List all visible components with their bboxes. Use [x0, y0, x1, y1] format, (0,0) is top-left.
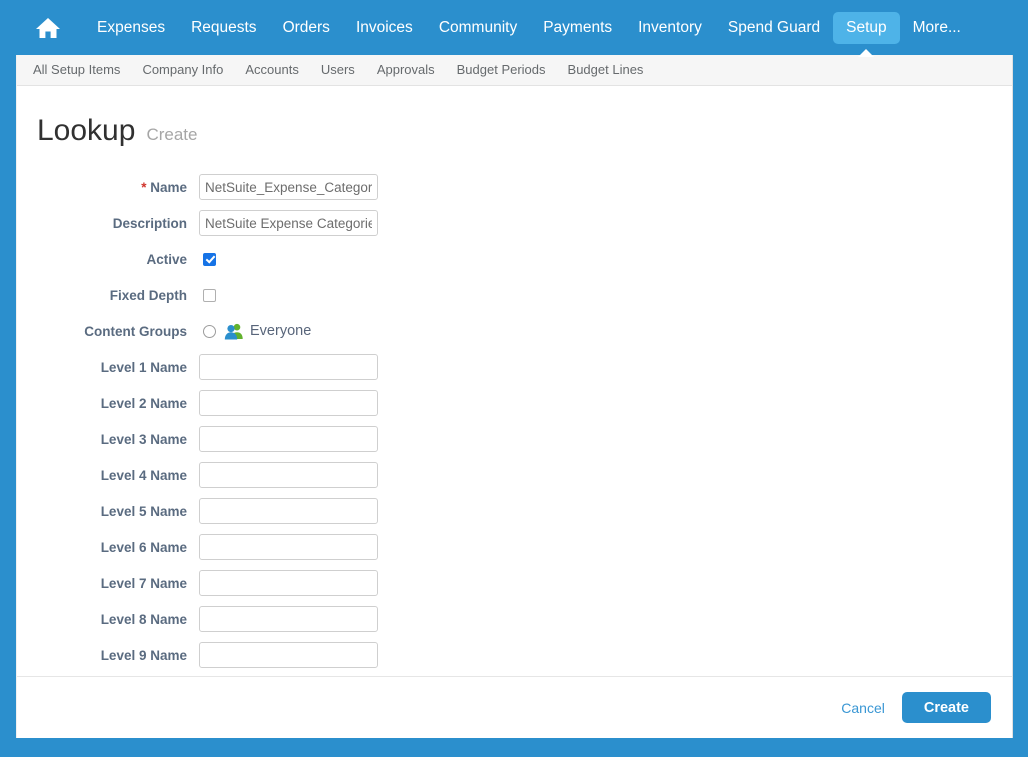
form-footer: Cancel Create [17, 676, 1012, 738]
name-label-text: Name [150, 180, 187, 195]
form-row-level-2: Level 2 Name [17, 385, 1012, 421]
form-row-level-6: Level 6 Name [17, 529, 1012, 565]
nav-item-invoices[interactable]: Invoices [343, 12, 426, 44]
subnav-item-company-info[interactable]: Company Info [142, 62, 223, 78]
content-groups-everyone-label: Everyone [250, 323, 311, 339]
form-row-fixed-depth: Fixed Depth [17, 277, 1012, 313]
content-groups-control: Everyone [199, 323, 311, 340]
level-7-input[interactable] [199, 570, 378, 596]
level-4-input[interactable] [199, 462, 378, 488]
content-groups-radio-everyone[interactable] [203, 325, 216, 338]
level-4-control [199, 462, 378, 488]
cancel-link[interactable]: Cancel [841, 700, 885, 716]
level-3-label: Level 3 Name [17, 432, 199, 447]
nav-item-requests[interactable]: Requests [178, 12, 269, 44]
fixed-depth-checkbox[interactable] [203, 289, 216, 302]
level-6-input[interactable] [199, 534, 378, 560]
level-6-control [199, 534, 378, 560]
form-row-content-groups: Content Groups Everyone [17, 313, 1012, 349]
subnav-item-all-setup-items[interactable]: All Setup Items [33, 62, 120, 78]
fixed-depth-label: Fixed Depth [17, 288, 199, 303]
level-3-control [199, 426, 378, 452]
subnav-item-budget-lines[interactable]: Budget Lines [568, 62, 644, 78]
subnav-item-accounts[interactable]: Accounts [245, 62, 298, 78]
level-2-control [199, 390, 378, 416]
content-groups-label: Content Groups [17, 324, 199, 339]
level-3-input[interactable] [199, 426, 378, 452]
level-1-control [199, 354, 378, 380]
level-4-label: Level 4 Name [17, 468, 199, 483]
nav-item-payments[interactable]: Payments [530, 12, 625, 44]
form-row-level-4: Level 4 Name [17, 457, 1012, 493]
subnav-item-users[interactable]: Users [321, 62, 355, 78]
page-title: Lookup [37, 114, 135, 148]
name-control [199, 174, 378, 200]
subnav-item-approvals[interactable]: Approvals [377, 62, 435, 78]
level-5-label: Level 5 Name [17, 504, 199, 519]
create-button[interactable]: Create [902, 692, 991, 723]
level-9-label: Level 9 Name [17, 648, 199, 663]
level-9-control [199, 642, 378, 668]
subnav-item-budget-periods[interactable]: Budget Periods [457, 62, 546, 78]
nav-item-more[interactable]: More... [900, 12, 974, 44]
form-row-level-3: Level 3 Name [17, 421, 1012, 457]
level-8-input[interactable] [199, 606, 378, 632]
nav-item-spend-guard[interactable]: Spend Guard [715, 12, 833, 44]
top-navigation-bar: Expenses Requests Orders Invoices Commun… [0, 0, 1028, 55]
nav-item-community[interactable]: Community [426, 12, 530, 44]
level-2-label: Level 2 Name [17, 396, 199, 411]
level-1-input[interactable] [199, 354, 378, 380]
name-input[interactable] [199, 174, 378, 200]
form-row-level-5: Level 5 Name [17, 493, 1012, 529]
name-label: * Name [17, 180, 199, 195]
level-8-control [199, 606, 378, 632]
bottom-accent-bar [16, 751, 1013, 757]
form-row-active: Active [17, 241, 1012, 277]
level-9-input[interactable] [199, 642, 378, 668]
level-7-label: Level 7 Name [17, 576, 199, 591]
content-panel: All Setup Items Company Info Accounts Us… [16, 55, 1013, 738]
description-input[interactable] [199, 210, 378, 236]
form-row-description: Description [17, 205, 1012, 241]
description-label: Description [17, 216, 199, 231]
level-1-label: Level 1 Name [17, 360, 199, 375]
form-row-name: * Name [17, 169, 1012, 205]
people-group-icon [224, 323, 244, 340]
form-row-level-1: Level 1 Name [17, 349, 1012, 385]
level-6-label: Level 6 Name [17, 540, 199, 555]
lookup-create-form: * Name Description Active Fixed Depth [17, 169, 1012, 709]
active-label: Active [17, 252, 199, 267]
active-control [199, 253, 216, 266]
nav-item-inventory[interactable]: Inventory [625, 12, 715, 44]
nav-item-orders[interactable]: Orders [270, 12, 343, 44]
level-5-control [199, 498, 378, 524]
form-row-level-9: Level 9 Name [17, 637, 1012, 673]
sub-navigation-bar: All Setup Items Company Info Accounts Us… [17, 55, 1012, 86]
required-asterisk: * [141, 180, 146, 195]
form-row-level-8: Level 8 Name [17, 601, 1012, 637]
form-row-level-7: Level 7 Name [17, 565, 1012, 601]
nav-item-expenses[interactable]: Expenses [84, 12, 178, 44]
description-control [199, 210, 378, 236]
fixed-depth-control [199, 289, 216, 302]
level-8-label: Level 8 Name [17, 612, 199, 627]
level-5-input[interactable] [199, 498, 378, 524]
page-subtitle: Create [146, 125, 197, 145]
nav-item-setup[interactable]: Setup [833, 12, 900, 44]
level-2-input[interactable] [199, 390, 378, 416]
active-checkbox[interactable] [203, 253, 216, 266]
level-7-control [199, 570, 378, 596]
page-header: Lookup Create [17, 86, 1012, 148]
home-icon[interactable] [26, 11, 70, 45]
